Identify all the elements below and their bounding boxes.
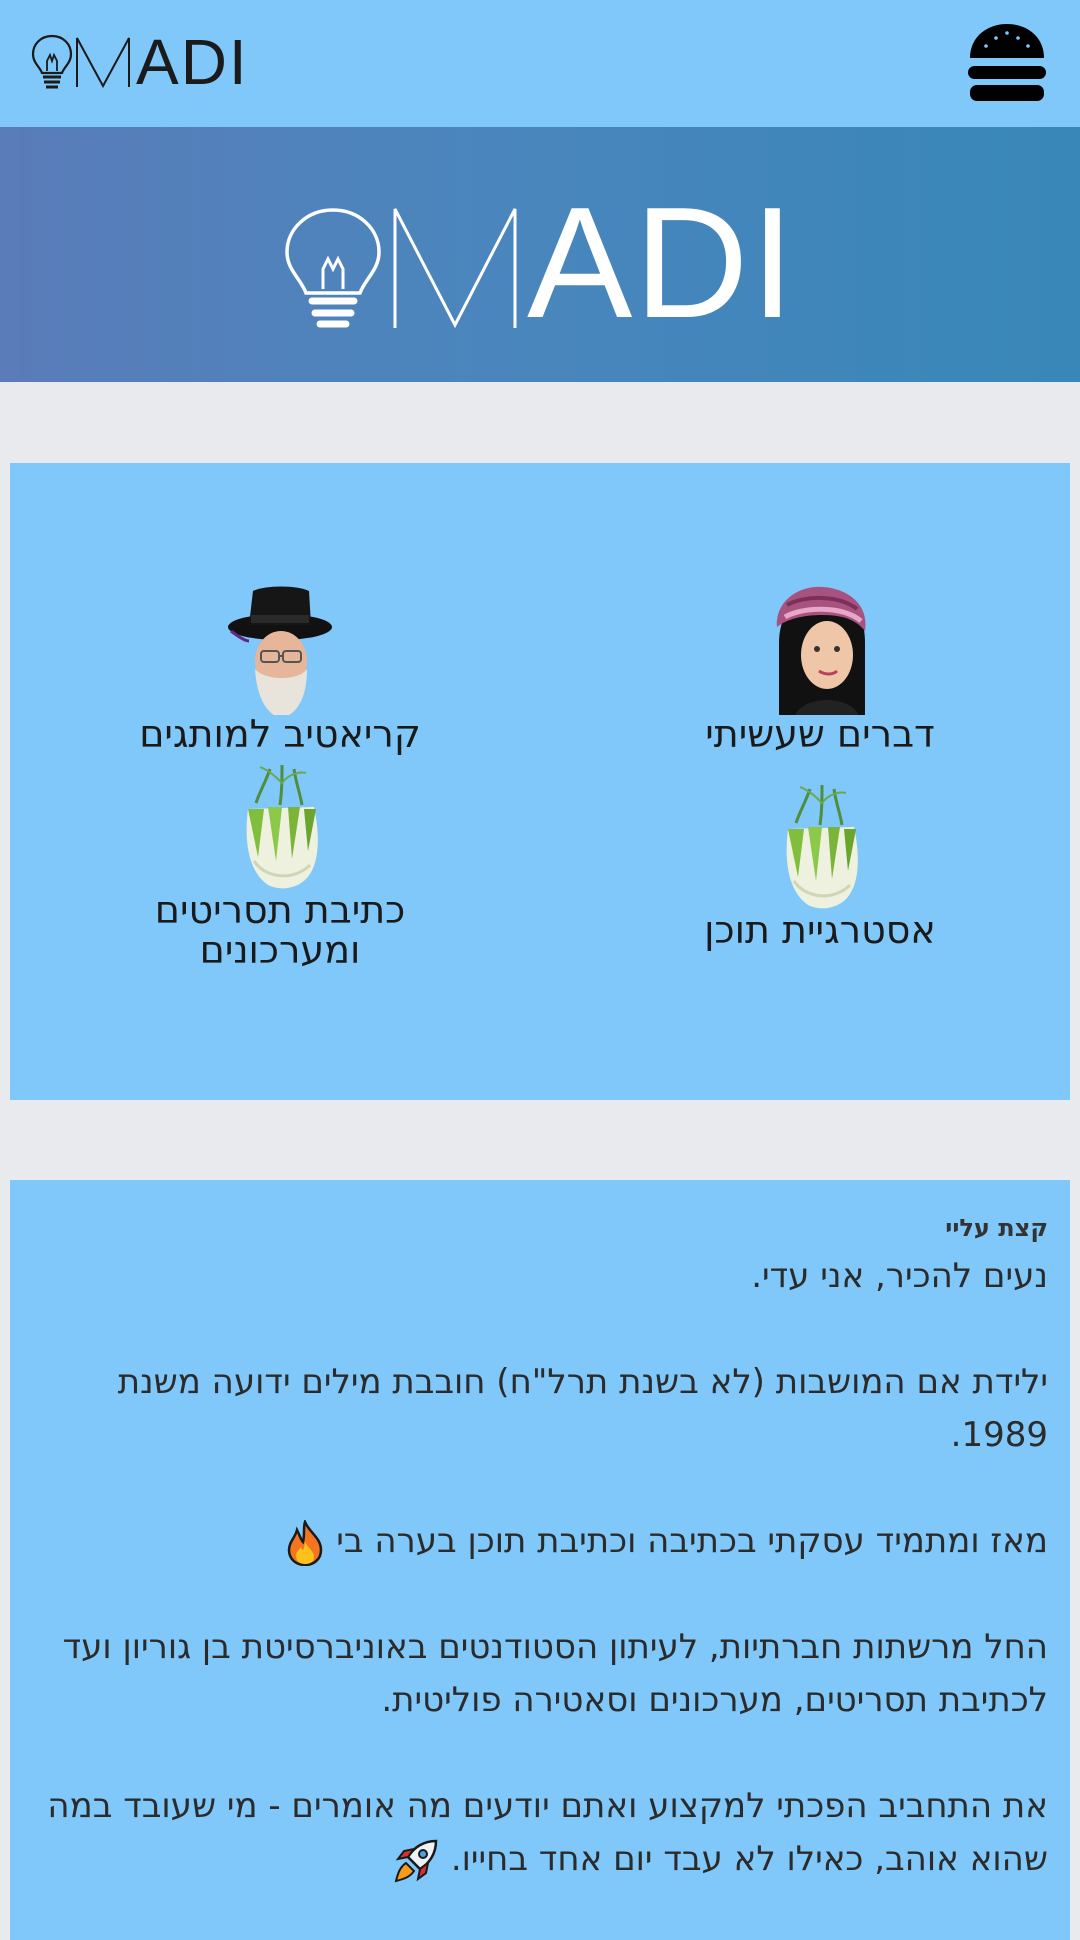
fennel-icon	[786, 784, 858, 909]
site-logo[interactable]: ADI	[30, 30, 249, 94]
hero-logo: ADI	[283, 175, 797, 352]
lightbulb-icon	[285, 208, 381, 328]
woman-portrait-icon	[776, 586, 866, 715]
rabbi-portrait-icon	[228, 586, 332, 715]
hero-logo-text: ADI	[527, 175, 797, 352]
service-content-strategy[interactable]: אסטרגיית תוכן	[610, 781, 1030, 951]
logo-text: ADI	[136, 26, 249, 98]
service-label: קריאטיב למותגים	[139, 712, 421, 756]
about-paragraph: נעים להכיר, אני עדי.	[751, 1256, 1048, 1296]
fennel-icon	[246, 764, 318, 889]
service-label: כתיבת תסריטים ומערכונים	[154, 888, 406, 972]
services-card: דברים שעשיתי קריאטיב למותגים אסטרגיית תו…	[10, 463, 1070, 1100]
about-paragraph: את התחביב הפכתי למקצוע ואתם יודעים מה או…	[32, 1780, 1048, 1886]
about-paragraph-text: מאז ומתמיד עסקתי בכתיבה וכתיבת תוכן בערה…	[336, 1521, 1048, 1561]
service-label: דברים שעשיתי	[705, 712, 935, 756]
service-script-writing[interactable]: כתיבת תסריטים ומערכונים	[70, 761, 490, 971]
about-paragraph: מאז ומתמיד עסקתי בכתיבה וכתיבת תוכן בערה…	[32, 1515, 1048, 1568]
lightbulb-icon	[31, 34, 73, 89]
logo-m-glyph	[393, 208, 517, 329]
about-paragraph-text: את התחביב הפכתי למקצוע ואתם יודעים מה או…	[47, 1786, 1048, 1879]
hamburger-icon[interactable]	[966, 22, 1048, 104]
about-paragraph: החל מרשתות חברתיות, לעיתון הסטודנטים באו…	[62, 1627, 1048, 1720]
rocket-icon	[394, 1839, 438, 1882]
service-creative-for-brands[interactable]: קריאטיב למותגים	[70, 583, 490, 755]
top-bar: ADI	[0, 0, 1080, 127]
hero-banner: ADI	[0, 127, 1080, 382]
about-heading: קצת עליי	[945, 1214, 1048, 1242]
fire-icon	[288, 1519, 323, 1566]
service-things-i-did[interactable]: דברים שעשיתי	[610, 583, 1030, 755]
service-label: אסטרגיית תוכן	[704, 908, 936, 952]
about-section: קצת עליי נעים להכיר, אני עדי. ילידת אם ה…	[10, 1180, 1070, 1940]
logo-m-glyph	[76, 37, 130, 88]
about-paragraph: ילידת אם המושבות (לא בשנת תרל"ח) חובבת מ…	[117, 1362, 1048, 1455]
